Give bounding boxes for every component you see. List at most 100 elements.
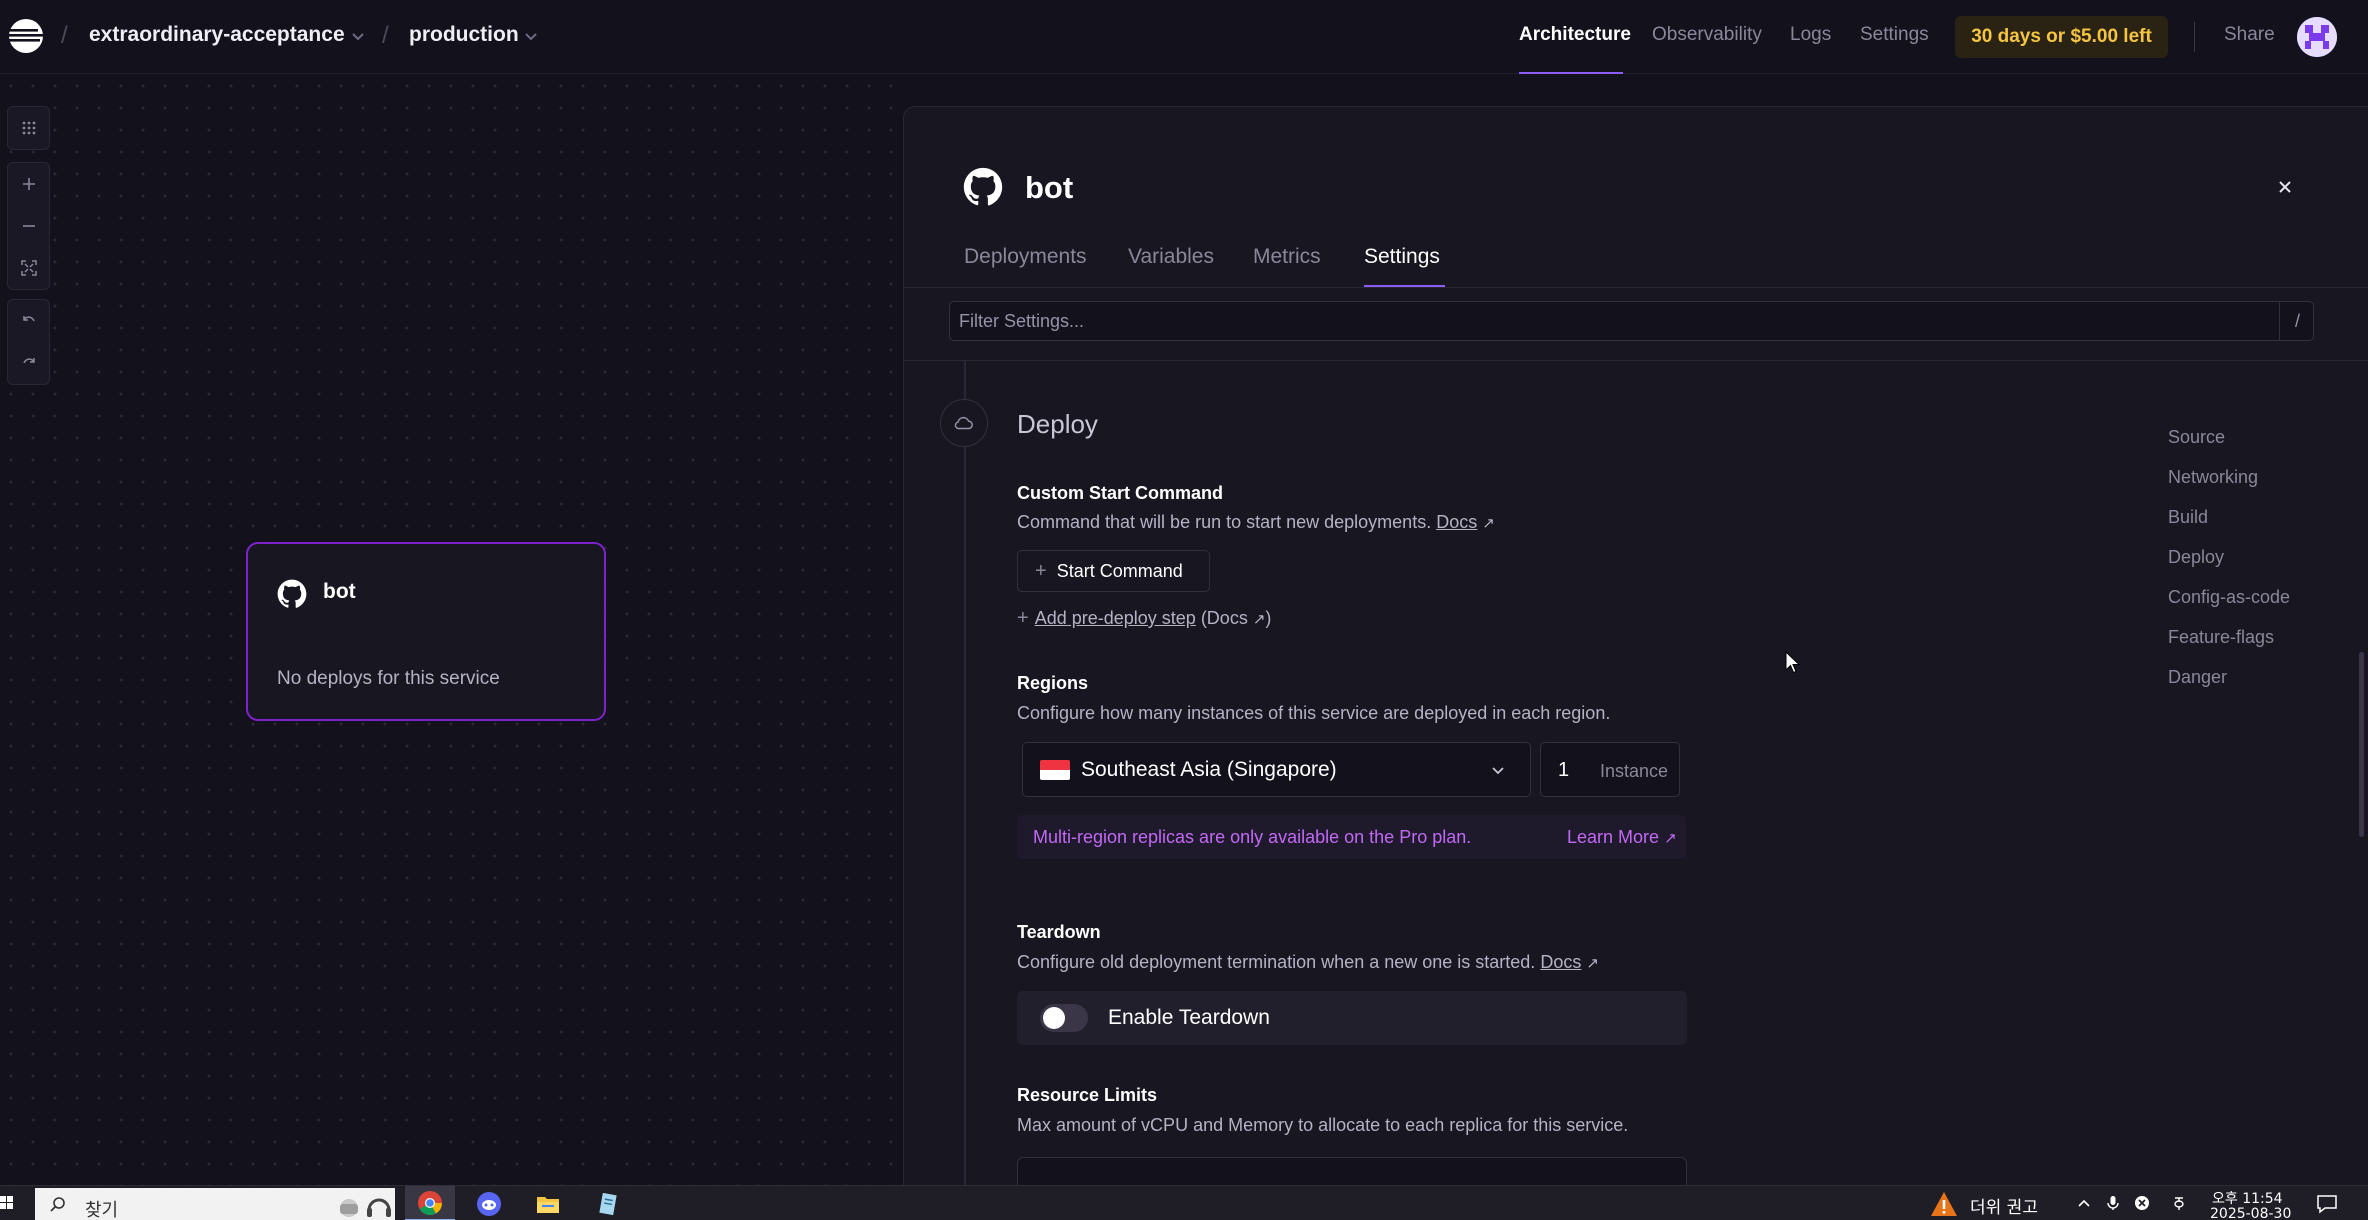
start-command-button-label: Start Command (1056, 560, 1183, 581)
ime-indicator-icon[interactable] (2171, 1195, 2187, 1211)
undo-icon (22, 316, 35, 322)
discord-icon (477, 1191, 501, 1216)
os-taskbar: 찾기 더위 권고 오후 11:54 2025-08-30 (0, 1185, 2368, 1220)
filter-settings-input[interactable] (950, 302, 2260, 340)
breadcrumb-separator: / (382, 22, 389, 49)
panel-title: bot (1025, 170, 1074, 205)
architecture-canvas[interactable]: bot No deploys for this service (0, 75, 905, 1185)
windows-start-icon[interactable] (0, 1196, 14, 1210)
taskbar-notepad[interactable] (583, 1186, 633, 1220)
redo-button[interactable] (8, 342, 49, 384)
taskbar-file-explorer[interactable] (523, 1186, 573, 1220)
weather-warning-icon[interactable] (1930, 1191, 1958, 1217)
canvas-zoom-toolgroup (7, 162, 50, 290)
breadcrumb-separator: / (61, 22, 68, 49)
instance-count-unit: Instance (1600, 761, 1669, 781)
service-panel: bot Deployments Variables Metrics Settin… (903, 106, 2368, 1185)
zoom-in-button[interactable] (8, 163, 49, 205)
close-icon[interactable] (2275, 177, 2295, 197)
external-link-icon: ↗ (1482, 515, 1495, 532)
zoom-out-icon (22, 225, 35, 227)
nav-settings[interactable]: Settings (1860, 24, 1929, 46)
chevron-down-icon[interactable] (522, 27, 540, 45)
teardown-toggle-label: Enable Teardown (1108, 1006, 1270, 1029)
notification-icon[interactable] (2316, 1194, 2338, 1214)
environment-name[interactable]: production (409, 23, 519, 47)
tab-settings[interactable]: Settings (1364, 245, 1440, 269)
zoom-out-button[interactable] (8, 205, 49, 247)
toc-deploy[interactable]: Deploy (2168, 547, 2224, 568)
microphone-icon[interactable] (2105, 1195, 2121, 1211)
add-predeploy-link[interactable]: Add pre-deploy step (1035, 608, 1196, 628)
teardown-desc: Configure old deployment termination whe… (1017, 952, 1599, 973)
panel-scrollbar[interactable] (2359, 652, 2364, 837)
github-icon (963, 167, 1003, 206)
teardown-toggle[interactable] (1040, 1004, 1088, 1032)
clock-time[interactable]: 오후 11:54 (2212, 1188, 2283, 1208)
region-select[interactable]: Southeast Asia (Singapore) (1022, 742, 1531, 797)
canvas-grid-toolgroup (7, 106, 50, 150)
start-command-button[interactable]: + Start Command (1017, 550, 1210, 592)
learn-more-link[interactable]: Learn More ↗ (1567, 827, 1677, 848)
service-card[interactable]: bot No deploys for this service (246, 542, 606, 721)
pro-plan-notice: Multi-region replicas are only available… (1017, 815, 1686, 859)
divider (904, 287, 2368, 288)
toc-source[interactable]: Source (2168, 427, 2225, 448)
taskbar-search-text: 찾기 (85, 1200, 119, 1220)
toc-danger[interactable]: Danger (2168, 667, 2227, 688)
file-explorer-icon (537, 1196, 559, 1213)
taskbar-search[interactable]: 찾기 (35, 1188, 395, 1220)
predeploy-docs-link[interactable]: (Docs (1201, 608, 1248, 628)
redo-icon (22, 358, 35, 364)
external-link-icon: ↗ (1252, 611, 1266, 628)
chevron-down-icon[interactable] (349, 27, 367, 45)
toc-networking[interactable]: Networking (2168, 467, 2258, 488)
filter-settings: / (949, 301, 2314, 341)
nav-observability[interactable]: Observability (1652, 24, 1762, 46)
toc-config-as-code[interactable]: Config-as-code (2168, 587, 2290, 608)
toc-build[interactable]: Build (2168, 507, 2208, 528)
trial-badge[interactable]: 30 days or $5.00 left (1955, 16, 2168, 58)
avatar-pattern-icon (2297, 17, 2337, 57)
resource-limits-box (1017, 1157, 1687, 1185)
app-window: / extraordinary-acceptance / production … (0, 0, 2368, 1220)
toc-feature-flags[interactable]: Feature-flags (2168, 627, 2274, 648)
custom-start-command-desc-text: Command that will be run to start new de… (1017, 512, 1432, 532)
chevron-up-icon[interactable] (2076, 1195, 2092, 1211)
custom-start-command-label: Custom Start Command (1017, 483, 1224, 503)
tab-metrics[interactable]: Metrics (1253, 245, 1321, 269)
search-icon (50, 1197, 65, 1212)
deploy-section-icon (940, 399, 988, 447)
learn-more-label: Learn More (1567, 827, 1660, 847)
chrome-icon (418, 1190, 442, 1215)
tab-deployments[interactable]: Deployments (964, 245, 1087, 269)
github-icon (277, 579, 307, 608)
fit-view-button[interactable] (8, 247, 49, 289)
network-disconnected-icon[interactable] (2134, 1195, 2150, 1211)
teardown-docs-link[interactable]: Docs (1540, 952, 1581, 972)
grid-button[interactable] (8, 107, 49, 149)
section-timeline (964, 361, 966, 1185)
add-predeploy-row: + Add pre-deploy step (Docs ↗) (1017, 607, 1271, 630)
tab-variables[interactable]: Variables (1128, 245, 1214, 269)
taskbar-discord[interactable] (464, 1186, 514, 1220)
project-name[interactable]: extraordinary-acceptance (89, 23, 345, 47)
filter-shortcut-key: / (2279, 302, 2315, 340)
custom-start-docs-link[interactable]: Docs (1436, 512, 1477, 532)
nav-architecture[interactable]: Architecture (1519, 24, 1631, 46)
instance-count-field[interactable]: 1 Instance (1540, 742, 1680, 797)
weather-text[interactable]: 더위 권고 (1970, 1193, 2038, 1218)
clock-date[interactable]: 2025-08-30 (2210, 1206, 2291, 1220)
undo-button[interactable] (8, 300, 49, 342)
top-bar: / extraordinary-acceptance / production … (0, 0, 2368, 74)
regions-label: Regions (1017, 673, 1089, 693)
divider (2194, 22, 2195, 52)
resource-limits-desc: Max amount of vCPU and Memory to allocat… (1017, 1115, 1629, 1135)
avatar[interactable] (2297, 17, 2337, 57)
service-card-status: No deploys for this service (277, 668, 500, 689)
nav-logs[interactable]: Logs (1790, 24, 1831, 46)
share-button[interactable]: Share (2224, 24, 2275, 46)
railway-logo-icon[interactable] (6, 16, 46, 56)
instance-count-value: 1 (1558, 759, 1570, 781)
taskbar-chrome[interactable] (405, 1186, 455, 1220)
